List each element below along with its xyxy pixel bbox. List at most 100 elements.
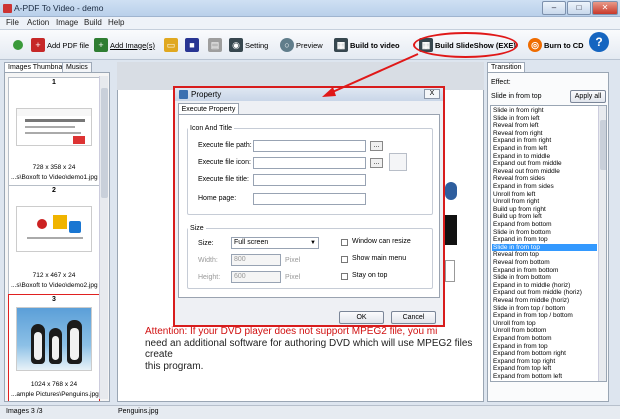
menu-bar: File Action Image Build Help: [0, 17, 620, 30]
exe-icon-input[interactable]: [253, 157, 366, 169]
menu-build[interactable]: Build: [84, 18, 102, 27]
transition-item[interactable]: Reveal from sides: [492, 175, 597, 183]
width-label: Width:: [198, 257, 218, 264]
exe-title-input[interactable]: [253, 174, 366, 186]
preview-button[interactable]: ○ Preview: [280, 37, 323, 53]
cancel-button[interactable]: Cancel: [391, 311, 436, 324]
add-pdf-button[interactable]: + Add PDF file: [31, 37, 89, 53]
transition-item[interactable]: Expand in from bottom: [492, 267, 597, 275]
browse-path-button[interactable]: ...: [370, 141, 383, 151]
scrollbar-thumb[interactable]: [600, 120, 606, 170]
maximize-button[interactable]: □: [567, 1, 591, 15]
transition-list[interactable]: Slide in from right Slide in from left Rev…: [490, 105, 607, 382]
minimize-button[interactable]: –: [542, 1, 566, 15]
transition-item[interactable]: Expand in from sides: [492, 183, 597, 191]
transition-item[interactable]: Expand from bottom: [492, 221, 597, 229]
thumbnail-item[interactable]: 2 712 x 467 x 24 ...s\Boxoft to Video\de…: [8, 185, 100, 296]
transition-item[interactable]: Reveal from right: [492, 130, 597, 138]
stay-top-checkbox[interactable]: [341, 273, 348, 280]
menu-help[interactable]: Help: [108, 18, 124, 27]
ok-button[interactable]: OK: [339, 311, 384, 324]
status-bar: Images 3 /3 Penguins.jpg: [0, 405, 620, 419]
transition-item[interactable]: Expand out from middle (horiz): [492, 289, 597, 297]
effect-label: Effect:: [491, 79, 511, 86]
scrollbar-thumb[interactable]: [101, 88, 108, 198]
resize-checkbox[interactable]: [341, 239, 348, 246]
transition-item[interactable]: Reveal from left: [492, 122, 597, 130]
transition-item[interactable]: Expand in to middle: [492, 153, 597, 161]
menu-file[interactable]: File: [6, 18, 19, 27]
dialog-icon: [179, 90, 188, 99]
thumbnail-dimensions: 1024 x 768 x 24: [30, 381, 78, 388]
exe-path-input[interactable]: [253, 140, 366, 152]
transition-item[interactable]: Expand in from top: [492, 236, 597, 244]
thumbnail-image: [16, 206, 92, 252]
film-icon: ▦: [334, 38, 348, 52]
apply-all-button[interactable]: Apply all: [570, 90, 606, 103]
home-page-input[interactable]: [253, 193, 366, 205]
burn-cd-button[interactable]: ◎ Burn to CD: [528, 37, 584, 53]
transition-item[interactable]: Expand from top left: [492, 365, 597, 373]
folder-icon: ▭: [164, 38, 178, 52]
help-icon: ?: [589, 32, 609, 52]
dialog-close-button[interactable]: X: [424, 89, 440, 99]
transition-item[interactable]: Unroll from bottom: [492, 327, 597, 335]
height-label: Height:: [198, 274, 221, 281]
build-video-button[interactable]: ▦ Build to video: [334, 37, 400, 53]
browse-icon-button[interactable]: ...: [370, 158, 383, 168]
transition-item[interactable]: Unroll from left: [492, 191, 597, 199]
thumbnail-number: 3: [52, 296, 56, 303]
transition-item[interactable]: Expand in from top / bottom: [492, 312, 597, 320]
transition-item[interactable]: Slide in from bottom: [492, 229, 597, 237]
transition-item[interactable]: Expand in to middle (horiz): [492, 282, 597, 290]
transition-item[interactable]: Expand in from right: [492, 137, 597, 145]
transition-item[interactable]: Slide in from right: [492, 107, 597, 115]
transition-item[interactable]: Slide in from top: [492, 243, 597, 252]
transition-item[interactable]: Reveal out from middle: [492, 168, 597, 176]
transition-item[interactable]: Slide in from top / bottom: [492, 305, 597, 313]
title-bar: A-PDF To Video - demo – □ ✕: [0, 0, 620, 17]
transition-item[interactable]: Expand in from top: [492, 343, 597, 351]
transition-item[interactable]: Reveal from middle (horiz): [492, 297, 597, 305]
transition-item[interactable]: Build up from left: [492, 213, 597, 221]
setting-button[interactable]: ◉ Setting: [229, 37, 268, 53]
thumbnail-path: ...s\Boxoft to Video\demo1.jpg: [11, 174, 98, 181]
transition-scrollbar[interactable]: [598, 106, 606, 381]
transition-item[interactable]: Slide in from left: [492, 115, 597, 123]
property-dialog: Property X Execute Property Icon And Tit…: [173, 86, 445, 327]
transition-item[interactable]: Expand in from left: [492, 145, 597, 153]
menu-action[interactable]: Action: [27, 18, 49, 27]
stay-top-label: Stay on top: [352, 272, 388, 279]
exe-icon-label: Execute file icon:: [198, 159, 251, 166]
transition-item[interactable]: Expand from top right: [492, 358, 597, 366]
transition-item[interactable]: Expand from bottom: [492, 335, 597, 343]
close-button[interactable]: ✕: [592, 1, 618, 15]
open-folder-button[interactable]: ▭: [164, 37, 178, 53]
size-select[interactable]: Full screen ▼: [231, 237, 319, 249]
thumbnail-item[interactable]: 1 728 x 358 x 24 ...s\Boxoft to Video\de…: [8, 77, 100, 188]
add-image-button[interactable]: + Add Image(s): [94, 37, 155, 53]
transition-item[interactable]: Reveal from bottom: [492, 259, 597, 267]
save-button[interactable]: ■: [185, 37, 199, 53]
penguins-image: [16, 307, 92, 371]
width-input[interactable]: 800: [231, 254, 281, 266]
transition-item[interactable]: Expand from bottom right: [492, 350, 597, 358]
thumbnail-dimensions: 728 x 358 x 24: [32, 164, 76, 171]
menu-image[interactable]: Image: [56, 18, 78, 27]
thumbnail-item-selected[interactable]: 3 1024 x 768 x 24 ...ample Pictures\Peng…: [8, 294, 100, 401]
transition-item[interactable]: Expand from bottom left: [492, 373, 597, 381]
thumbnail-scrollbar[interactable]: [99, 76, 108, 399]
status-file-name: Penguins.jpg: [118, 408, 159, 415]
transition-item[interactable]: Unroll from top: [492, 320, 597, 328]
help-button[interactable]: ?: [589, 32, 609, 52]
height-input[interactable]: 600: [231, 271, 281, 283]
transition-item[interactable]: Build up from right: [492, 206, 597, 214]
open-file-button[interactable]: ▤: [208, 37, 222, 53]
transition-item[interactable]: Unroll from right: [492, 198, 597, 206]
main-menu-checkbox[interactable]: [341, 256, 348, 263]
transition-item[interactable]: Reveal from top: [492, 251, 597, 259]
transition-item[interactable]: Expand out from middle: [492, 160, 597, 168]
chevron-down-icon: ▼: [310, 240, 316, 246]
main-menu-label: Show main menu: [352, 255, 407, 262]
transition-item[interactable]: Slide in from bottom: [492, 274, 597, 282]
